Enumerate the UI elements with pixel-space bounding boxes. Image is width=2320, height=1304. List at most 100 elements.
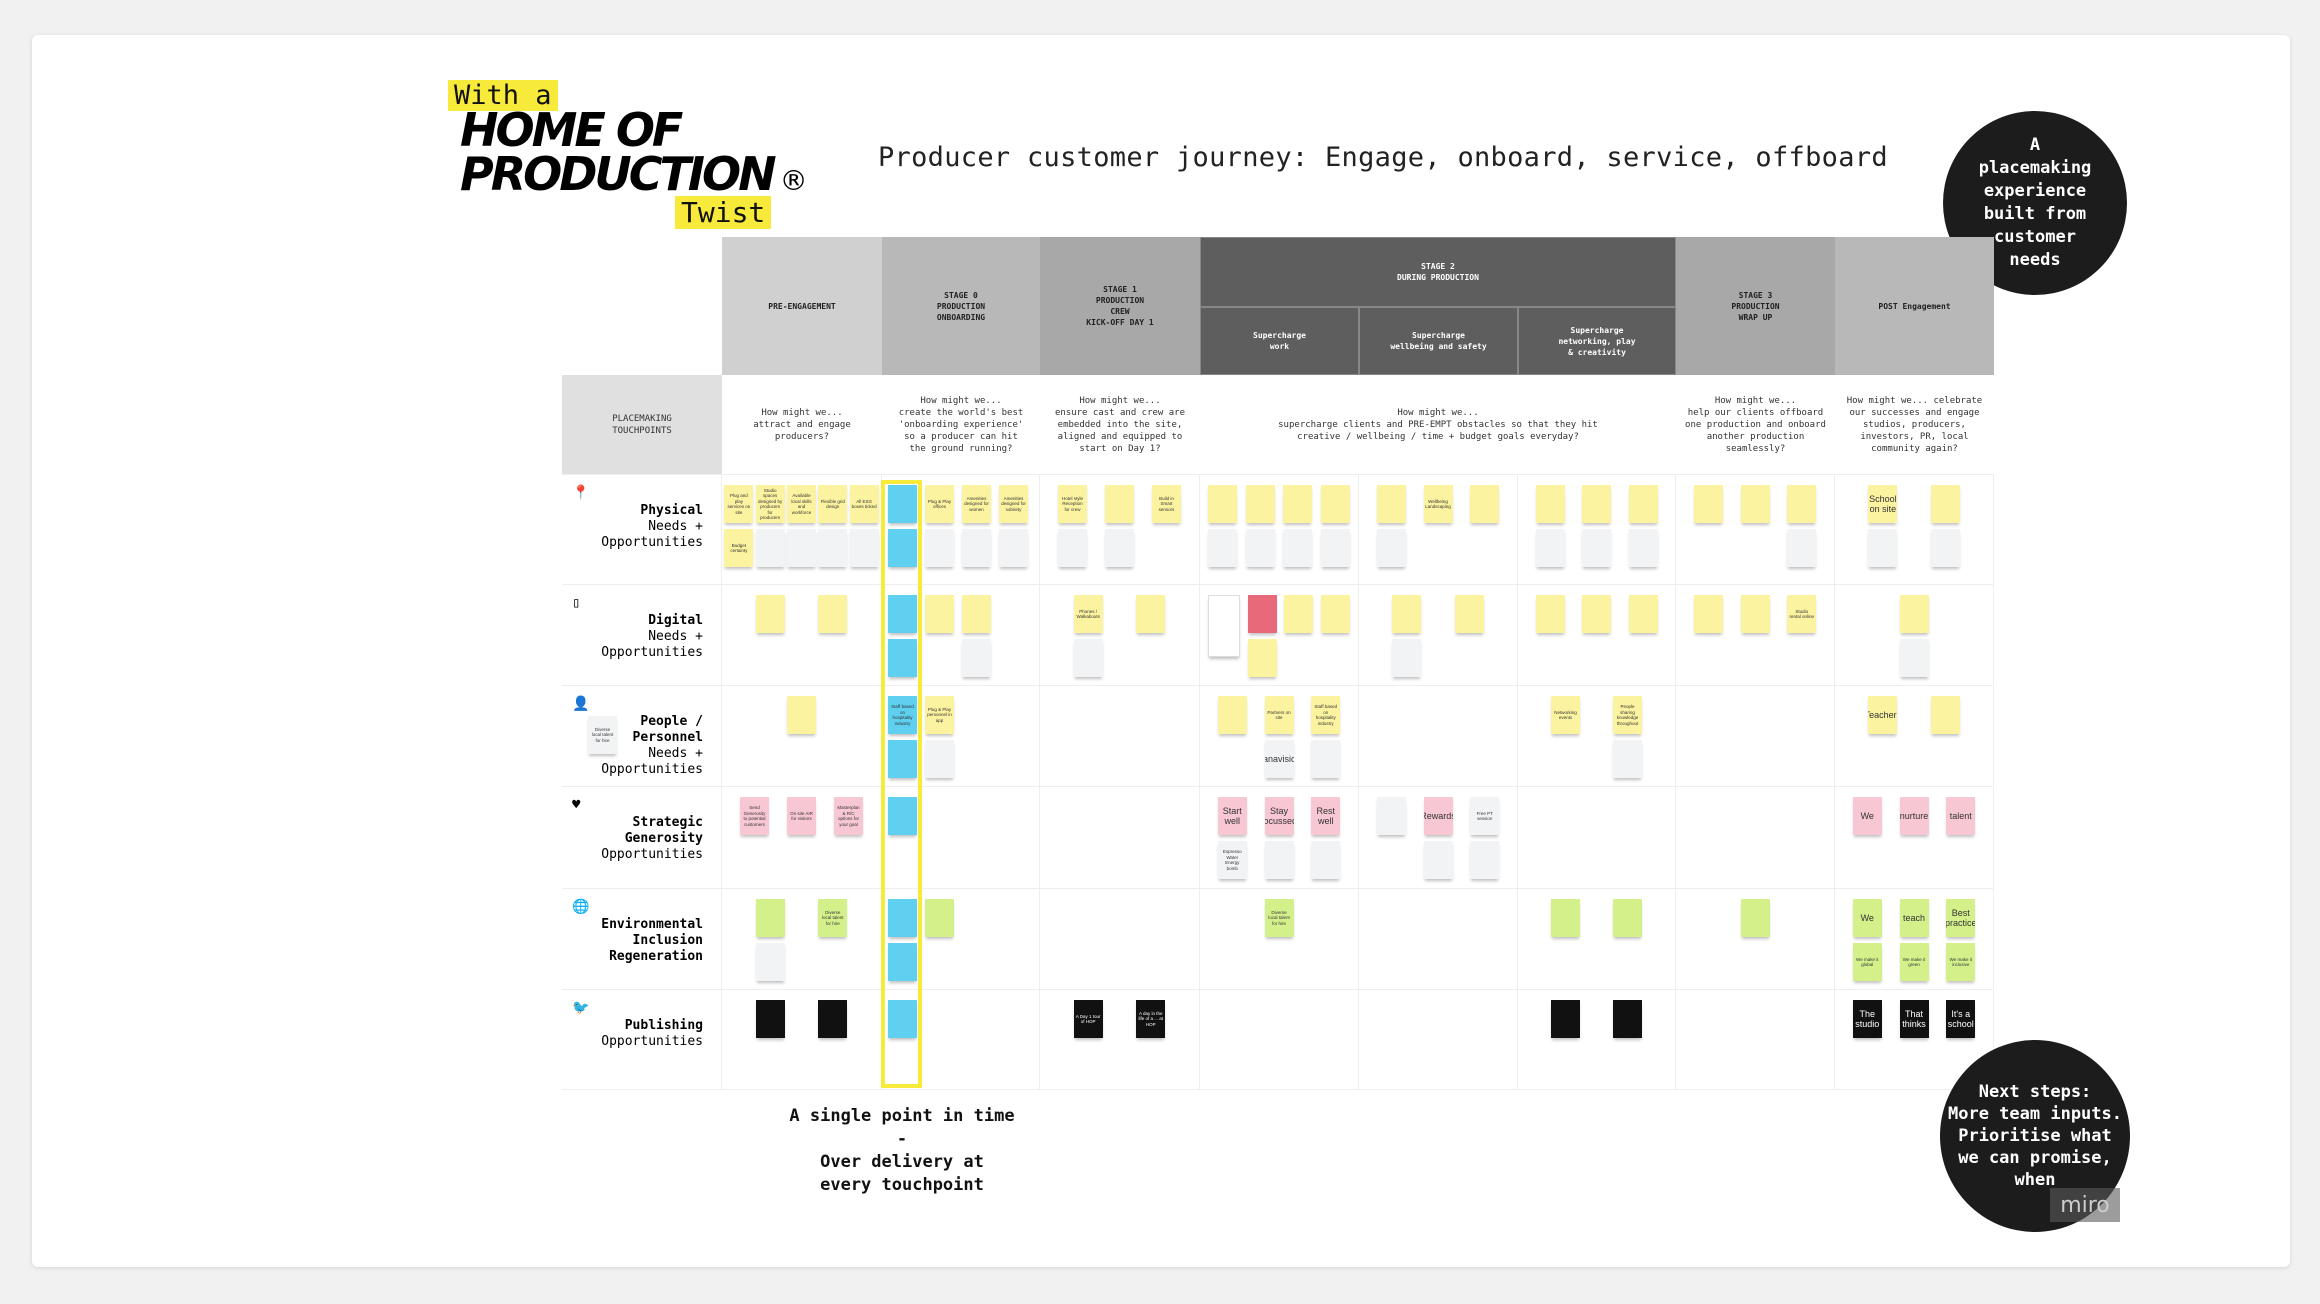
sticky-note-yellow[interactable]: People sharing knowledge throughout (1613, 696, 1642, 734)
sticky-note-yellow[interactable]: Plug & Play personnel in app (925, 696, 954, 734)
sticky-note-grey[interactable]: Free PT session (1470, 797, 1500, 835)
sticky-note-grey[interactable] (999, 529, 1028, 567)
sticky-note-grey[interactable] (1582, 529, 1611, 567)
sticky-note-yellow[interactable] (1535, 595, 1565, 633)
sticky-note-yellow[interactable] (1284, 595, 1314, 633)
sticky-note-yellow[interactable] (1693, 595, 1723, 633)
sticky-note-green[interactable] (1740, 899, 1770, 937)
sticky-note-grey[interactable] (1058, 529, 1087, 567)
sticky-note-grey[interactable] (1264, 841, 1294, 879)
sticky-note-yellow[interactable]: Teachers (1868, 696, 1898, 734)
sticky-note-pink[interactable]: Send Generosity to potential customers (740, 797, 769, 835)
sticky-note-yellow[interactable] (962, 595, 991, 633)
sticky-note-grey[interactable] (1245, 529, 1275, 567)
single-point-in-time-highlight[interactable] (881, 480, 922, 1088)
sticky-note-yellow[interactable] (1582, 595, 1611, 633)
sticky-note-yellow[interactable] (925, 595, 954, 633)
sticky-note-yellow[interactable] (755, 595, 785, 633)
sticky-note-grey[interactable] (1376, 529, 1406, 567)
sticky-note-pink[interactable]: talent (1946, 797, 1976, 835)
sticky-note-yellow[interactable] (1208, 485, 1238, 523)
sticky-note-yellow[interactable] (1535, 485, 1565, 523)
sticky-note-black[interactable]: A day in the life of a ... at HOP (1136, 1000, 1166, 1038)
sticky-note-yellow[interactable] (1245, 485, 1275, 523)
sticky-note-green[interactable]: teach (1899, 899, 1929, 937)
sticky-note-green[interactable]: Diverse local talent for hire (818, 899, 848, 937)
sticky-note-black[interactable] (818, 1000, 848, 1038)
sticky-note-grey[interactable]: Panavision (1264, 740, 1294, 778)
sticky-note-yellow[interactable] (818, 595, 848, 633)
sticky-note-grey[interactable] (1899, 639, 1929, 677)
sticky-note-pink[interactable]: We (1852, 797, 1882, 835)
sticky-note-grey[interactable] (1376, 797, 1406, 835)
sticky-note-grey[interactable] (755, 529, 785, 567)
sticky-note-grey[interactable] (925, 740, 954, 778)
sticky-note-green[interactable]: We (1852, 899, 1882, 937)
sticky-note-yellow[interactable] (1376, 485, 1406, 523)
sticky-note-green[interactable] (1551, 899, 1580, 937)
sticky-note-yellow[interactable] (1283, 485, 1313, 523)
sticky-note-yellow[interactable] (1136, 595, 1166, 633)
sticky-note-black[interactable] (755, 1000, 785, 1038)
sticky-note-yellow[interactable]: Available local skills and workforce (786, 485, 816, 523)
sticky-note-grey[interactable] (818, 529, 848, 567)
sticky-note-grey[interactable] (1787, 529, 1817, 567)
sticky-note-yellow[interactable]: Studio spaces designed by producers for … (755, 485, 785, 523)
sticky-note-yellow[interactable] (1247, 639, 1277, 677)
sticky-note-yellow[interactable] (1454, 595, 1484, 633)
sticky-note-yellow[interactable] (1740, 595, 1770, 633)
sticky-note-black[interactable] (1551, 1000, 1580, 1038)
sticky-note-grey[interactable] (1208, 529, 1238, 567)
sticky-note-yellow[interactable] (1582, 485, 1611, 523)
sticky-note-grey[interactable] (1628, 529, 1658, 567)
sticky-note-yellow[interactable]: Plug & Play offices (925, 485, 954, 523)
sticky-note-green[interactable]: We make it inclusive (1946, 943, 1976, 981)
sticky-note-yellow[interactable]: Flexible grid design (818, 485, 848, 523)
sticky-note-yellow[interactable] (1321, 595, 1351, 633)
sticky-note-yellow[interactable]: Staff based on hospitality industry (1311, 696, 1341, 734)
sticky-note-pink[interactable]: Rest well (1311, 797, 1341, 835)
sticky-note-white[interactable] (1207, 595, 1240, 657)
sticky-note-yellow[interactable] (1930, 696, 1960, 734)
sticky-note-yellow[interactable] (1105, 485, 1134, 523)
sticky-note-yellow[interactable] (1740, 485, 1770, 523)
sticky-note-yellow[interactable] (1930, 485, 1960, 523)
sticky-note-yellow[interactable] (787, 696, 816, 734)
sticky-note-yellow[interactable]: Budget certainty (724, 529, 754, 567)
sticky-note-green[interactable] (755, 899, 785, 937)
sticky-note-green[interactable]: We make it global (1852, 943, 1882, 981)
sticky-note-yellow[interactable]: Hotel style Reception for crew (1058, 485, 1087, 523)
sticky-note-pink[interactable]: Start well (1217, 797, 1247, 835)
sticky-note-yellow[interactable] (1693, 485, 1723, 523)
sticky-note-green[interactable] (1613, 899, 1642, 937)
sticky-note-grey[interactable]: Espresso Water Energy bomb (1217, 841, 1247, 879)
sticky-note-grey[interactable] (1283, 529, 1313, 567)
sticky-note-yellow[interactable]: All ESG boxes ticked (849, 485, 879, 523)
sticky-note-yellow[interactable]: Amenities designed for sobriety (999, 485, 1028, 523)
sticky-note-grey[interactable] (1930, 529, 1960, 567)
sticky-note-yellow[interactable]: Build in Smart sensors (1152, 485, 1181, 523)
sticky-note-yellow[interactable]: Phones / Walkabouts (1073, 595, 1103, 633)
sticky-note-grey[interactable] (1073, 639, 1103, 677)
sticky-note-pink[interactable]: nurture (1899, 797, 1929, 835)
sticky-note-grey[interactable] (1311, 841, 1341, 879)
sticky-note-yellow[interactable] (1470, 485, 1500, 523)
sticky-note-black[interactable]: It's a school (1946, 1000, 1976, 1038)
sticky-note-red[interactable] (1247, 595, 1277, 633)
sticky-note-grey[interactable] (1311, 740, 1341, 778)
sticky-note-yellow[interactable] (1628, 595, 1658, 633)
sticky-note-yellow[interactable] (1392, 595, 1422, 633)
sticky-note-grey[interactable] (849, 529, 879, 567)
sticky-note-grey[interactable] (1613, 740, 1642, 778)
sticky-note-yellow[interactable] (1217, 696, 1247, 734)
sticky-note-pink[interactable]: Masterplan & R/C options for your goal (834, 797, 863, 835)
sticky-note-green[interactable]: We make it green (1899, 943, 1929, 981)
sticky-note-yellow[interactable] (1787, 485, 1817, 523)
sticky-note-yellow[interactable]: Amenities designed for women (962, 485, 991, 523)
sticky-note-pink[interactable]: Rewards (1423, 797, 1453, 835)
sticky-note-yellow[interactable] (1628, 485, 1658, 523)
sticky-note-green[interactable]: Best practice (1946, 899, 1976, 937)
sticky-note-grey[interactable] (1105, 529, 1134, 567)
sticky-note-yellow[interactable]: Plug and play services on site (724, 485, 754, 523)
sticky-note-grey[interactable] (1320, 529, 1350, 567)
